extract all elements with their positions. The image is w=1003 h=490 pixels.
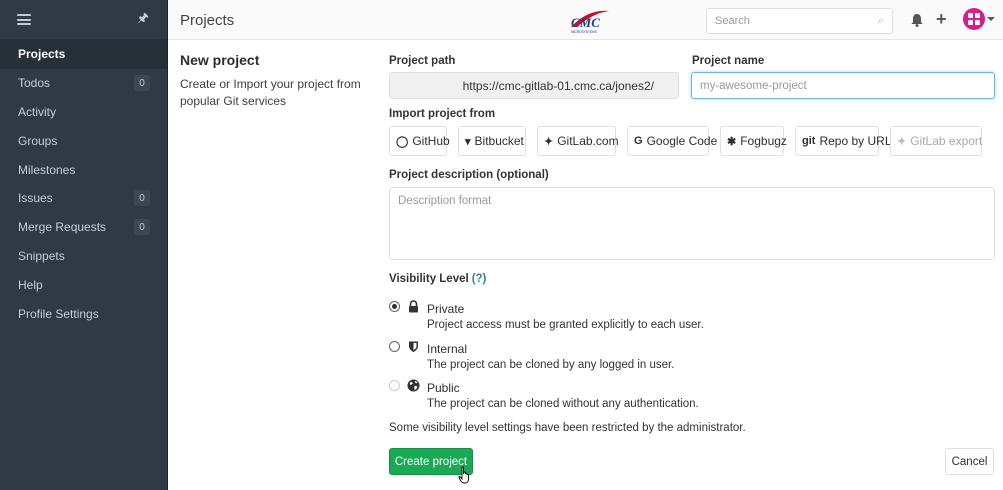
cancel-button[interactable]: Cancel — [945, 448, 994, 475]
create-project-button[interactable]: Create project — [389, 448, 473, 475]
visibility-option-name: Public — [427, 381, 460, 395]
visibility-option-name: Private — [427, 302, 465, 316]
top-header: Projects CMC MICROSYSTEMS Search ⌕ + — [168, 0, 1003, 40]
lock-icon — [409, 300, 418, 313]
count-badge: 0 — [134, 190, 150, 207]
project-path-field: https://cmc-gitlab-01.cmc.ca/jones2/ — [389, 72, 679, 99]
search-input[interactable]: Search ⌕ — [706, 8, 893, 34]
chevron-down-icon[interactable] — [987, 17, 995, 21]
sidebar-item-snippets[interactable]: Snippets — [0, 242, 167, 271]
visibility-option-name: Internal — [427, 342, 468, 356]
sidebar-item-label: Snippets — [18, 248, 65, 263]
section-description: Create or Import your project from popul… — [180, 77, 361, 108]
sidebar-item-label: Projects — [18, 47, 66, 62]
description-label: Project description (optional) — [389, 169, 549, 181]
import-google-code-button[interactable]: G Google Code — [627, 126, 717, 156]
visibility-label-text: Visibility Level — [389, 273, 469, 285]
sidebar-item-label: Milestones — [18, 162, 76, 177]
import-label: Import project from — [389, 108, 496, 120]
logo-subtext: MICROSYSTEMS — [571, 30, 597, 34]
sidebar-item-milestones[interactable]: Milestones — [0, 155, 167, 184]
import-button-label: Bitbucket — [474, 134, 524, 148]
sidebar-item-profile-settings[interactable]: Profile Settings — [0, 299, 167, 328]
import-repo-url-button[interactable]: git Repo by URL — [795, 126, 892, 156]
import-gitlab-export-button: ✦ GitLab export — [890, 126, 982, 156]
import-bitbucket-button[interactable]: ▾ Bitbucket — [458, 126, 526, 156]
shield-icon — [409, 341, 418, 352]
sidebar-item-todos[interactable]: Todos 0 — [0, 69, 167, 98]
search-placeholder: Search — [715, 15, 750, 27]
sidebar-item-projects[interactable]: Projects — [0, 40, 167, 69]
avatar[interactable] — [963, 8, 985, 30]
sidebar-item-label: Todos — [18, 76, 51, 91]
import-button-label: Repo by URL — [819, 134, 892, 148]
visibility-option-desc: Project access must be granted explicitl… — [427, 319, 704, 331]
project-name-label: Project name — [692, 55, 765, 67]
sidebar-header: 🖈 — [0, 0, 167, 40]
import-button-label: GitLab export — [910, 134, 983, 148]
visibility-label: Visibility Level (?) — [389, 273, 486, 285]
import-button-label: GitHub — [412, 134, 450, 148]
internal-radio[interactable] — [389, 341, 400, 352]
sidebar-item-label: Help — [18, 277, 43, 292]
logo-text: CMC — [571, 15, 600, 30]
sidebar: 🖈 Projects Todos 0 Activity Groups Milest… — [0, 0, 168, 490]
git-icon: git — [802, 135, 816, 147]
sidebar-item-groups[interactable]: Groups — [0, 126, 167, 155]
section-heading: New project — [180, 52, 260, 68]
sidebar-item-label: Merge Requests — [18, 220, 107, 235]
import-button-label: Google Code — [646, 134, 718, 148]
google-icon: G — [634, 135, 643, 147]
sidebar-item-activity[interactable]: Activity — [0, 98, 167, 127]
import-fogbugz-button[interactable]: ✱ Fogbugz — [720, 126, 787, 156]
sidebar-item-merge-requests[interactable]: Merge Requests 0 — [0, 213, 167, 242]
menu-icon[interactable] — [17, 14, 31, 25]
sidebar-item-label: Profile Settings — [18, 306, 99, 321]
import-sources: ◯ GitHub ▾ Bitbucket ✦ GitLab.com G Google C… — [389, 126, 993, 156]
bitbucket-icon: ▾ — [465, 135, 471, 148]
visibility-option-desc: The project can be cloned by any logged … — [427, 359, 675, 371]
visibility-help-link[interactable]: (?) — [472, 273, 487, 285]
sidebar-item-label: Activity — [18, 104, 57, 119]
bug-icon: ✱ — [727, 135, 737, 148]
gitlab-icon: ✦ — [544, 135, 554, 148]
sidebar-item-label: Issues — [18, 191, 53, 206]
sidebar-item-label: Groups — [18, 133, 58, 148]
description-textarea[interactable] — [389, 187, 995, 260]
pin-icon[interactable]: 🖈 — [137, 9, 149, 31]
visibility-option-desc: The project can be cloned without any au… — [427, 398, 699, 410]
private-radio[interactable] — [389, 301, 400, 312]
import-button-label: Fogbugz — [740, 134, 787, 148]
import-github-button[interactable]: ◯ GitHub — [389, 126, 450, 156]
sidebar-item-issues[interactable]: Issues 0 — [0, 184, 167, 213]
import-gitlab-button[interactable]: ✦ GitLab.com — [537, 126, 619, 156]
project-path-label: Project path — [389, 55, 456, 67]
intro-panel: New project Create or Import your projec… — [180, 52, 370, 110]
gitlab-icon: ✦ — [897, 135, 907, 148]
import-button-label: GitLab.com — [557, 134, 619, 148]
plus-icon[interactable]: + — [936, 9, 947, 30]
page-title: Projects — [180, 12, 235, 29]
github-icon: ◯ — [396, 135, 409, 148]
sidebar-nav: Projects Todos 0 Activity Groups Mileston… — [0, 40, 167, 328]
public-radio — [389, 380, 400, 391]
bell-icon[interactable] — [910, 13, 924, 27]
search-icon: ⌕ — [877, 14, 884, 27]
count-badge: 0 — [134, 219, 150, 236]
globe-icon — [407, 379, 420, 392]
sidebar-item-help[interactable]: Help — [0, 270, 167, 299]
count-badge: 0 — [134, 75, 150, 92]
restriction-note: Some visibility level settings have been… — [389, 422, 746, 434]
cmc-logo: CMC MICROSYSTEMS — [571, 10, 609, 34]
project-name-input[interactable] — [691, 72, 995, 99]
